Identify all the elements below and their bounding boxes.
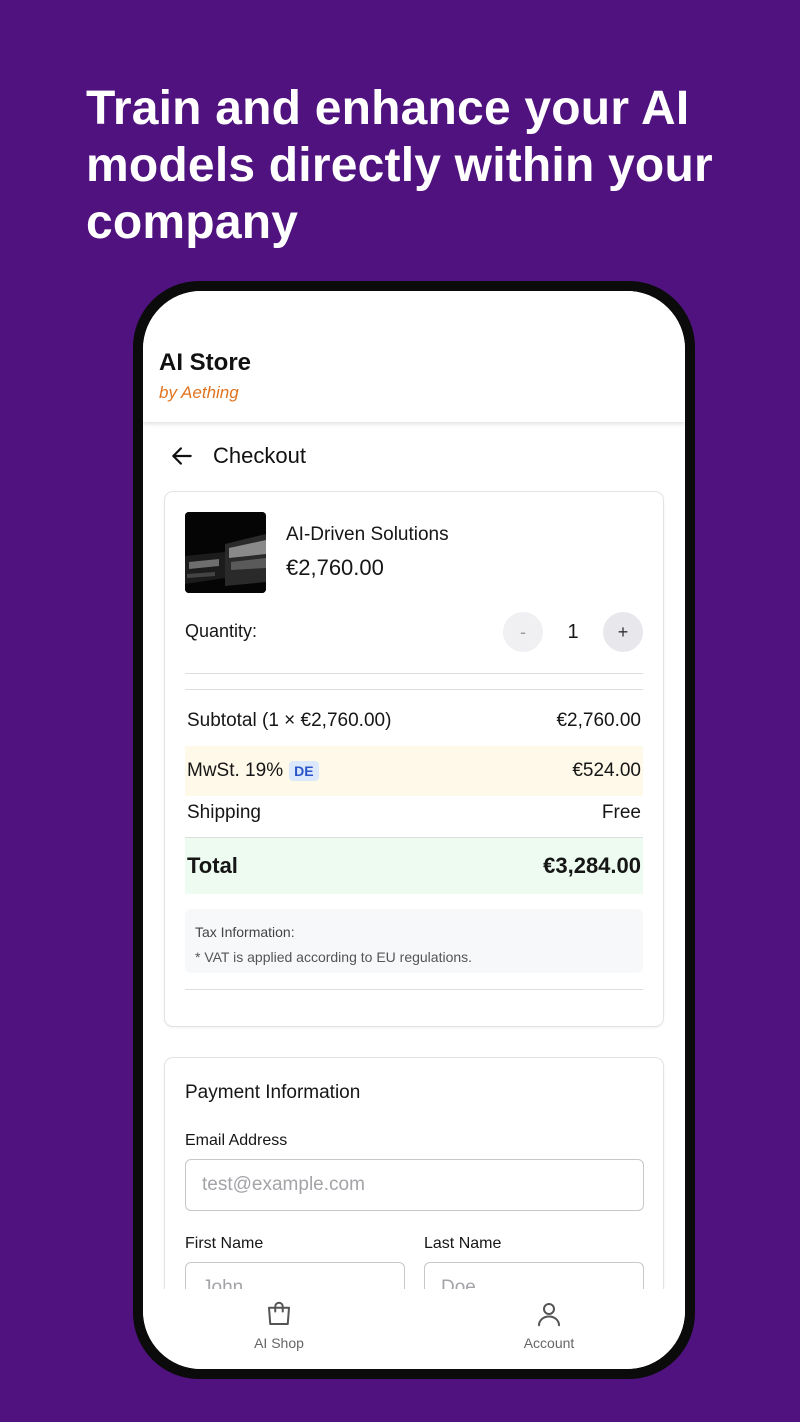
- checkout-header: Checkout: [169, 440, 306, 472]
- quantity-increase-button[interactable]: +: [603, 612, 643, 652]
- app-subtitle: by Aething: [159, 383, 239, 402]
- total-row: Total €3,284.00: [185, 838, 643, 894]
- quantity-value: 1: [567, 621, 579, 643]
- last-name-field[interactable]: [424, 1262, 644, 1289]
- order-summary-card: AI-Driven Solutions €2,760.00 Quantity: …: [164, 491, 664, 1027]
- checkout-content[interactable]: Checkout AI-Driven Solutions €2,760.00 Q…: [143, 422, 685, 1289]
- divider: [185, 989, 643, 990]
- app-header: AI Store by Aething: [143, 291, 685, 422]
- total-value: €3,284.00: [543, 853, 641, 878]
- arrow-left-icon[interactable]: [169, 443, 195, 469]
- shopping-bag-icon: [209, 1299, 349, 1329]
- product-image: [185, 512, 266, 593]
- first-name-field[interactable]: [185, 1262, 405, 1289]
- payment-title: Payment Information: [185, 1082, 361, 1103]
- quantity-label: Quantity:: [185, 621, 258, 641]
- subtotal-row: Subtotal (1 × €2,760.00) €2,760.00: [185, 704, 643, 738]
- total-label: Total: [187, 853, 238, 878]
- shipping-value: Free: [601, 802, 641, 823]
- product-name: AI-Driven Solutions: [286, 524, 449, 545]
- tax-info-box: Tax Information: * VAT is applied accord…: [185, 909, 643, 973]
- tax-value: €524.00: [572, 760, 641, 781]
- email-field[interactable]: [185, 1159, 644, 1211]
- tab-ai-shop[interactable]: AI Shop: [209, 1299, 349, 1351]
- tax-label: MwSt. 19%: [187, 760, 284, 781]
- tax-country-badge: DE: [289, 761, 319, 781]
- tax-label-group: MwSt. 19% DE: [187, 760, 319, 782]
- tax-info-note: * VAT is applied according to EU regulat…: [195, 949, 473, 965]
- divider: [185, 689, 643, 690]
- quantity-decrease-button[interactable]: -: [503, 612, 543, 652]
- phone-frame: AI Store by Aething Checkout AI-Driven S…: [133, 281, 695, 1379]
- promo-headline: Train and enhance your AI models directl…: [86, 82, 713, 249]
- divider: [185, 673, 643, 674]
- user-icon: [479, 1299, 619, 1329]
- shipping-row: Shipping Free: [185, 796, 643, 830]
- tab-label: AI Shop: [254, 1335, 304, 1351]
- app-title: AI Store: [159, 349, 252, 376]
- payment-card: Payment Information Email Address First …: [164, 1057, 664, 1289]
- tab-label: Account: [523, 1335, 575, 1351]
- phone-screen: AI Store by Aething Checkout AI-Driven S…: [143, 291, 685, 1369]
- first-name-label: First Name: [185, 1235, 264, 1252]
- product-price: €2,760.00: [286, 555, 384, 580]
- last-name-label: Last Name: [424, 1235, 502, 1252]
- shipping-label: Shipping: [187, 802, 261, 823]
- email-label: Email Address: [185, 1132, 288, 1149]
- checkout-title: Checkout: [213, 443, 306, 468]
- tab-account[interactable]: Account: [479, 1299, 619, 1351]
- bottom-tab-bar: AI Shop Account: [143, 1289, 685, 1369]
- subtotal-label: Subtotal (1 × €2,760.00): [187, 710, 392, 731]
- tax-info-title: Tax Information:: [195, 924, 295, 940]
- tax-row: MwSt. 19% DE €524.00: [185, 746, 643, 796]
- subtotal-value: €2,760.00: [556, 710, 641, 731]
